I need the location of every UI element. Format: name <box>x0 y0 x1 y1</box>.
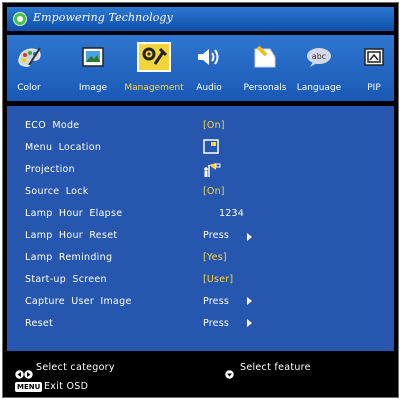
projection-icon[interactable] <box>203 162 221 181</box>
tab-label-pip: PIP <box>367 83 381 93</box>
image-icon <box>76 42 110 72</box>
row-menu-location[interactable]: Menu Location <box>7 138 394 160</box>
row-label: ECO Mode <box>25 120 80 131</box>
tab-personals[interactable]: Personals <box>237 35 293 101</box>
row-label: Lamp Reminding <box>25 252 113 263</box>
row-label: Lamp Hour Reset <box>25 230 118 241</box>
row-reset[interactable]: Reset Press <box>7 314 394 336</box>
row-value[interactable]: [On] <box>203 120 225 131</box>
row-capture-user-image[interactable]: Capture User Image Press <box>7 292 394 314</box>
select-category-hint: Select category <box>36 362 115 373</box>
row-label: Lamp Hour Elapse <box>25 208 123 219</box>
osd-menu: Empowering Technology Color Image Manage… <box>2 2 399 398</box>
row-label: Projection <box>25 164 75 175</box>
tab-label-image: Image <box>78 83 108 93</box>
row-eco-mode[interactable]: ECO Mode [On] <box>7 116 394 138</box>
left-right-arrows-icon <box>15 364 33 383</box>
tab-color[interactable]: Color <box>7 35 51 101</box>
tab-label-management: Management <box>124 83 184 93</box>
tab-language[interactable]: abc Language <box>291 35 347 101</box>
arrow-right-icon <box>247 297 252 305</box>
down-arrow-icon <box>225 364 234 383</box>
row-value[interactable]: [Yes] <box>203 252 227 263</box>
row-value: 1234 <box>219 208 244 219</box>
row-label: Source Lock <box>25 186 89 197</box>
row-source-lock[interactable]: Source Lock [On] <box>7 182 394 204</box>
row-label: Menu Location <box>25 142 102 153</box>
personals-icon <box>248 42 282 72</box>
tab-label-audio: Audio <box>196 83 222 93</box>
menu-key-icon: MENU <box>15 382 43 392</box>
pip-icon <box>357 42 391 72</box>
row-lamp-hour-reset[interactable]: Lamp Hour Reset Press <box>7 226 394 248</box>
tab-label-color: Color <box>17 83 41 93</box>
row-label: Start-up Screen <box>25 274 107 285</box>
settings-panel: ECO Mode [On] Menu Location Projection S… <box>7 106 394 351</box>
row-value[interactable]: Press <box>203 296 229 307</box>
tab-pip[interactable]: PIP <box>356 35 392 101</box>
menu-title: Empowering Technology <box>33 11 173 24</box>
help-bar: Select category Select feature MENU Exit… <box>7 355 394 395</box>
row-projection[interactable]: Projection <box>7 160 394 182</box>
arrow-right-icon <box>247 233 252 241</box>
row-lamp-reminding[interactable]: Lamp Reminding [Yes] <box>7 248 394 270</box>
tab-label-personals: Personals <box>243 83 287 93</box>
category-tabs: Color Image Management Audio Personals a… <box>7 35 394 101</box>
language-icon: abc <box>302 42 336 72</box>
brand-logo-icon <box>13 12 27 26</box>
color-icon <box>12 42 46 72</box>
row-start-up-screen[interactable]: Start-up Screen [User] <box>7 270 394 292</box>
title-bar: Empowering Technology <box>7 7 394 31</box>
svg-text:abc: abc <box>312 52 326 61</box>
arrow-right-icon <box>247 319 252 327</box>
row-value[interactable]: Press <box>203 230 229 241</box>
row-value[interactable]: [User] <box>203 274 233 285</box>
management-icon <box>137 42 171 72</box>
row-label: Capture User Image <box>25 296 132 307</box>
row-value[interactable]: [On] <box>203 186 225 197</box>
tab-label-language: Language <box>296 83 342 93</box>
menu-location-icon[interactable] <box>203 139 219 158</box>
exit-osd-hint: Exit OSD <box>44 381 89 392</box>
select-feature-hint: Select feature <box>240 362 311 373</box>
tab-image[interactable]: Image <box>73 35 113 101</box>
tab-management[interactable]: Management <box>118 35 190 101</box>
audio-icon <box>192 42 226 72</box>
row-label: Reset <box>25 318 54 329</box>
tab-audio[interactable]: Audio <box>189 35 229 101</box>
row-value[interactable]: Press <box>203 318 229 329</box>
row-lamp-hour-elapse: Lamp Hour Elapse 1234 <box>7 204 394 226</box>
